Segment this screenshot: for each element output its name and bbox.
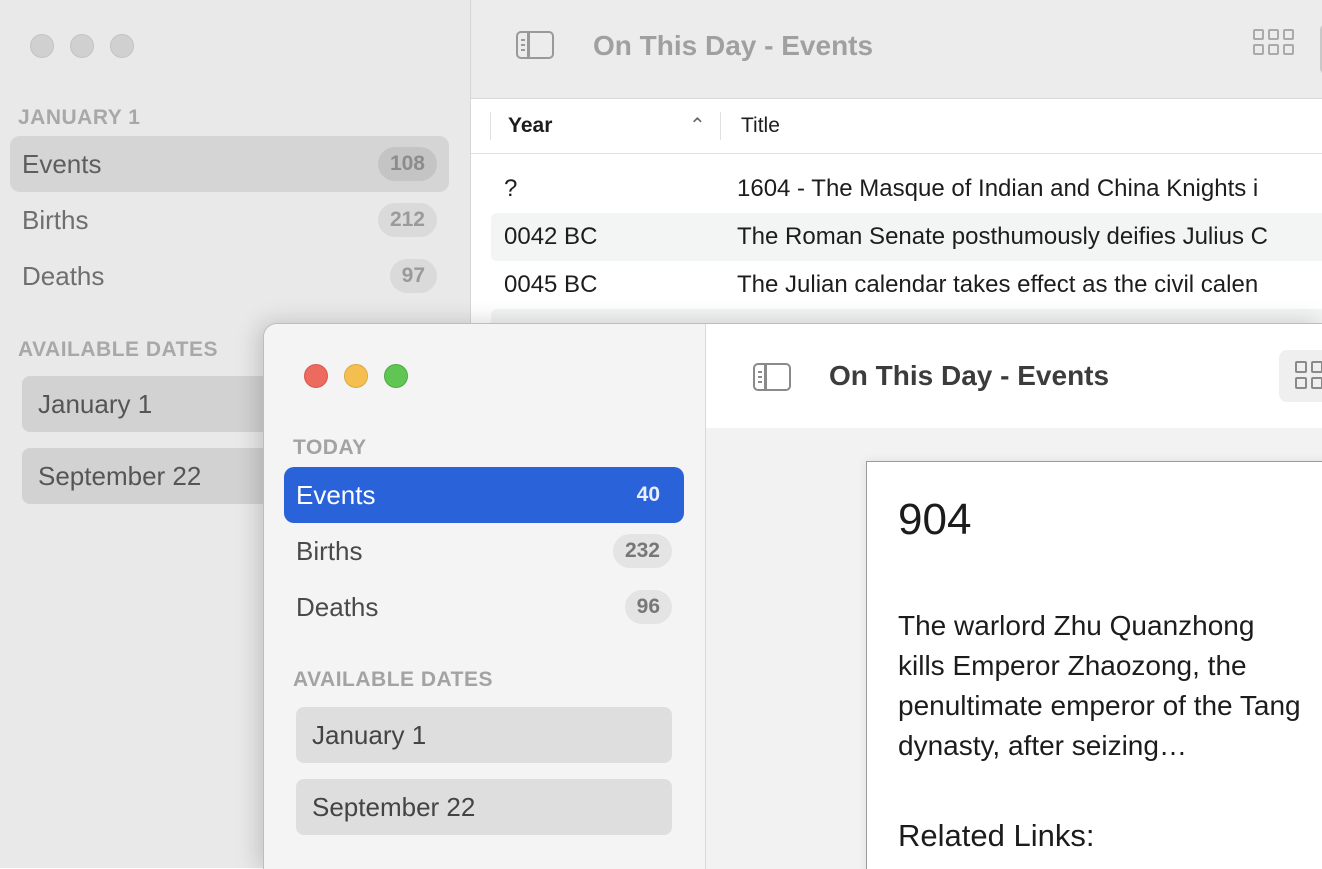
grid-view-icon[interactable] <box>1253 29 1294 55</box>
count-badge: 232 <box>612 534 672 568</box>
count-badge: 108 <box>377 147 437 181</box>
window-title: On This Day - Events <box>829 360 1110 391</box>
front-sidebar: TODAY Events 40 Births 232 Deaths 96 AVA… <box>264 324 706 869</box>
cell-title: The Roman Senate posthumously deifies Ju… <box>737 223 1268 250</box>
sidebar-item-deaths[interactable]: Deaths 97 <box>10 248 449 304</box>
cell-year: 0042 BC <box>504 223 598 250</box>
window-title: On This Day - Events <box>593 30 874 61</box>
sidebar-item-births[interactable]: Births 232 <box>284 523 684 579</box>
section-label-available-dates: AVAILABLE DATES <box>18 338 218 361</box>
count-badge: 40 <box>636 483 660 506</box>
sidebar-item-label: Deaths <box>22 260 105 291</box>
cell-year: ? <box>504 175 518 202</box>
count-badge: 96 <box>624 590 672 624</box>
table-header: Year ⌃ Title <box>471 99 1322 154</box>
sidebar-item-events[interactable]: Events 40 <box>284 467 684 523</box>
zoom-button[interactable] <box>384 364 408 388</box>
front-window: TODAY Events 40 Births 232 Deaths 96 AVA… <box>263 323 1322 869</box>
close-button[interactable] <box>30 34 54 58</box>
sort-ascending-icon[interactable]: ⌃ <box>689 113 706 138</box>
table-row[interactable]: 0042 BC The Roman Senate posthumously de… <box>491 213 1322 261</box>
minimize-button[interactable] <box>70 34 94 58</box>
grid-view-icon <box>1295 361 1322 389</box>
cell-title: 1604 - The Masque of Indian and China Kn… <box>737 175 1259 202</box>
cell-title: The Julian calendar takes effect as the … <box>737 271 1259 298</box>
related-links-heading: Related Links: <box>898 818 1095 853</box>
close-button[interactable] <box>304 364 328 388</box>
date-button-january-1[interactable]: January 1 <box>296 707 672 763</box>
sidebar-item-label: Births <box>296 535 363 566</box>
sidebar-item-births[interactable]: Births 212 <box>10 192 449 248</box>
sidebar-item-label: Births <box>22 204 89 235</box>
sidebar-item-deaths[interactable]: Deaths 96 <box>284 579 684 635</box>
front-toolbar: On This Day - Events <box>706 324 1322 428</box>
column-header-year[interactable]: Year <box>508 114 552 138</box>
back-window-controls <box>30 34 134 58</box>
section-label-available-dates: AVAILABLE DATES <box>293 668 493 691</box>
table-row[interactable]: ? 1604 - The Masque of Indian and China … <box>491 165 1322 213</box>
count-badge: 212 <box>377 203 437 237</box>
cell-year: 0045 BC <box>504 271 598 298</box>
sidebar-toggle-icon[interactable] <box>753 363 791 391</box>
column-header-title[interactable]: Title <box>741 114 780 138</box>
event-description: The warlord Zhu Quanzhong kills Emperor … <box>898 610 1301 761</box>
sidebar-item-label: Deaths <box>296 591 379 622</box>
date-button-september-22[interactable]: September 22 <box>296 779 672 835</box>
event-card: 904 The warlord Zhu Quanzhong kills Empe… <box>866 461 1322 869</box>
grid-view-button[interactable] <box>1279 350 1322 402</box>
detail-pane: 904 The warlord Zhu Quanzhong kills Empe… <box>706 428 1322 869</box>
section-label-date: JANUARY 1 <box>18 106 141 129</box>
minimize-button[interactable] <box>344 364 368 388</box>
section-label-today: TODAY <box>293 436 367 459</box>
zoom-button[interactable] <box>110 34 134 58</box>
back-toolbar: On This Day - Events <box>471 0 1322 99</box>
sidebar-item-label: Events <box>296 479 376 510</box>
table-row[interactable]: 0045 BC The Julian calendar takes effect… <box>491 261 1322 309</box>
count-badge: 97 <box>389 259 437 293</box>
sidebar-item-events[interactable]: Events 108 <box>10 136 449 192</box>
sidebar-item-label: Events <box>22 148 102 179</box>
event-year: 904 <box>898 495 972 544</box>
sidebar-toggle-icon[interactable] <box>516 31 554 59</box>
window-controls <box>304 364 408 388</box>
